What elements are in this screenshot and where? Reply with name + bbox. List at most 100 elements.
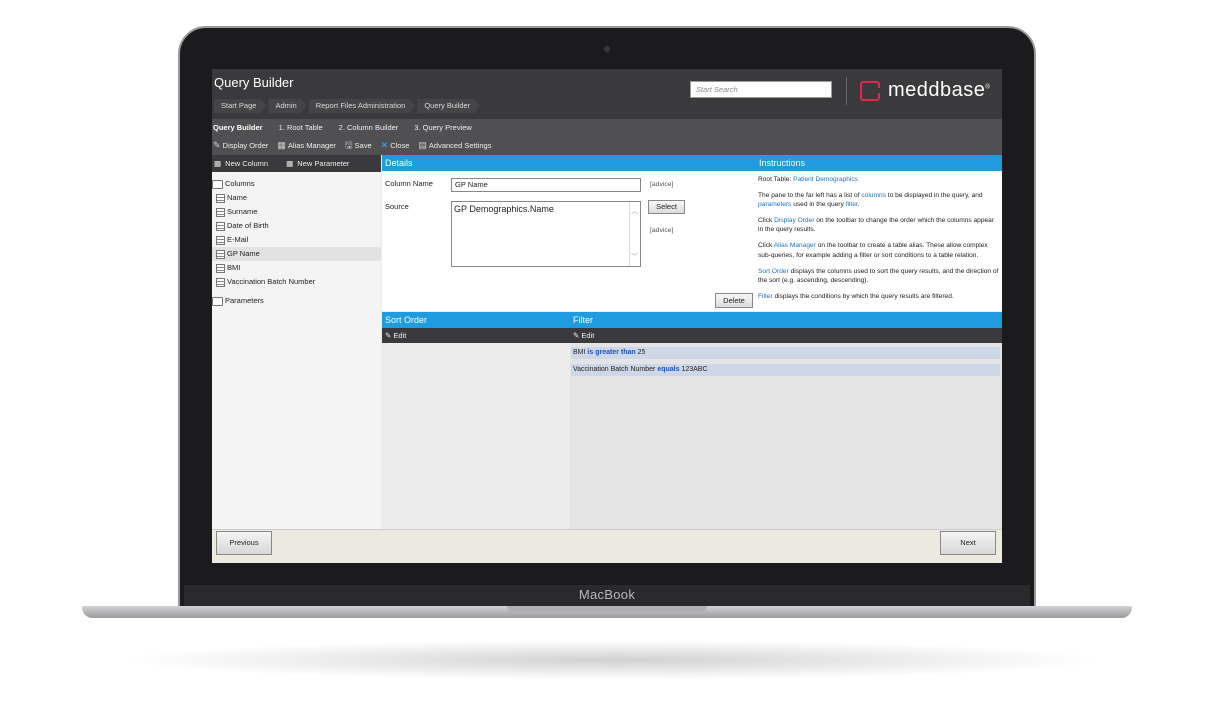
filter-heading: Filter	[570, 312, 1002, 328]
instructions-filter: Filter displays the conditions by which …	[758, 292, 954, 300]
brand-logo: meddbase®	[860, 79, 990, 102]
instructions-panel: Root Table: Patient Demographics The pan…	[756, 171, 1002, 311]
tree-item-gp-name[interactable]: GP Name	[212, 247, 381, 261]
folder-icon	[212, 296, 223, 306]
source-label: Source	[385, 202, 409, 211]
sort-order-list	[382, 343, 570, 529]
sort-order-heading: Sort Order	[382, 312, 570, 328]
save-icon: 🖫	[344, 139, 353, 150]
column-name-label: Column Name	[385, 179, 433, 188]
select-button[interactable]: Select	[648, 200, 685, 214]
step-column-builder[interactable]: 2. Column Builder	[339, 123, 399, 132]
logo-divider	[846, 77, 847, 105]
previous-button[interactable]: Previous	[216, 531, 272, 555]
step-root-table[interactable]: 1. Root Table	[279, 123, 323, 132]
delete-button[interactable]: Delete	[715, 293, 753, 308]
breadcrumb-start-page[interactable]: Start Page	[214, 99, 266, 113]
filter-edit-button[interactable]: ✎ Edit	[570, 328, 1002, 343]
folder-icon	[212, 179, 223, 189]
parameters-link[interactable]: parameters	[758, 201, 791, 208]
step-query-preview[interactable]: 3. Query Preview	[414, 123, 472, 132]
filter-link-2[interactable]: Filter	[758, 293, 773, 300]
camera-dot	[604, 46, 610, 52]
root-table-line: Root Table: Patient Demographics	[758, 176, 858, 183]
filter-row[interactable]: Vaccination Batch Number equals 123ABC	[571, 364, 1000, 376]
breadcrumb-query-builder[interactable]: Query Builder	[417, 99, 480, 113]
display-order-link[interactable]: Display Order	[774, 217, 814, 224]
tree-item-vaccination-batch-number[interactable]: Vaccination Batch Number	[212, 275, 381, 289]
tree-item-name[interactable]: Name	[212, 191, 381, 205]
columns-pane: ▦ New Column ▦ New Parameter Columns Nam…	[212, 155, 381, 529]
instructions-heading: Instructions	[756, 155, 1002, 171]
column-icon	[216, 221, 225, 231]
pencil-icon: ✎	[385, 331, 392, 340]
page-title: Query Builder	[214, 75, 294, 90]
laptop-chin: MacBook	[184, 585, 1030, 607]
sort-edit-button[interactable]: ✎ Edit	[382, 328, 570, 343]
save-button[interactable]: 🖫 Save	[345, 138, 372, 154]
column-icon	[216, 249, 225, 259]
app-screen: Query Builder Start Page Admin Report Fi…	[212, 69, 1002, 563]
tree-item-surname[interactable]: Surname	[212, 205, 381, 219]
details-heading: Details	[382, 155, 756, 171]
advanced-settings-button[interactable]: ▤ Advanced Settings	[418, 140, 491, 151]
column-name-advice[interactable]: [advice]	[650, 181, 673, 188]
source-value: GP Demographics.Name	[454, 204, 554, 214]
close-button[interactable]: ✕ Close	[381, 140, 410, 151]
column-icon	[216, 263, 225, 273]
scroll-down-icon: ﹀	[631, 254, 638, 261]
instructions-display-order: Click Display Order on the toolbar to ch…	[758, 217, 995, 234]
instructions-sort-order: Sort Order displays the columns used to …	[758, 267, 999, 284]
table-icon: ▦	[277, 140, 286, 150]
app-header: Query Builder Start Page Admin Report Fi…	[212, 69, 1002, 119]
columns-folder[interactable]: Columns	[212, 177, 381, 191]
logo-wordmark: meddbase®	[888, 79, 991, 101]
close-icon: ✕	[380, 140, 389, 150]
document-icon: ▤	[418, 140, 427, 150]
wizard-footer: Previous Next	[212, 529, 1002, 563]
column-icon	[216, 207, 225, 217]
tree-item-email[interactable]: E-Mail	[212, 233, 381, 247]
wizard-steps: Query Builder 1. Root Table 2. Column Bu…	[212, 119, 1002, 136]
meddbase-logo-icon	[860, 80, 884, 101]
tree-item-bmi[interactable]: BMI	[212, 261, 381, 275]
filter-link[interactable]: filter	[846, 201, 858, 208]
source-scrollbar[interactable]: ︿ ﹀	[629, 202, 640, 266]
breadcrumb-report-files-administration[interactable]: Report Files Administration	[309, 99, 416, 113]
new-parameter-button[interactable]: ▦ New Parameter	[286, 159, 357, 168]
alias-manager-button[interactable]: ▦ Alias Manager	[277, 140, 335, 151]
scroll-up-icon: ︿	[631, 208, 638, 215]
new-column-button[interactable]: ▦ New Column	[214, 159, 276, 168]
column-tree: Columns Name Surname Date of Birth E-Mai…	[212, 172, 381, 308]
sort-order-link[interactable]: Sort Order	[758, 268, 789, 275]
columns-link[interactable]: columns	[861, 192, 886, 199]
pencil-icon: ✎	[213, 140, 221, 150]
laptop-notch	[507, 606, 707, 612]
laptop-shadow	[120, 640, 1106, 680]
column-icon	[216, 235, 225, 245]
filter-list: BMI is greater than 25 Vaccination Batch…	[570, 343, 1002, 529]
tree-item-date-of-birth[interactable]: Date of Birth	[212, 219, 381, 233]
instructions-alias-manager: Click Alias Manager on the toolbar to cr…	[758, 242, 988, 259]
step-query-builder: Query Builder	[213, 123, 263, 132]
root-table-link[interactable]: Patient Demographics	[793, 176, 858, 183]
source-field[interactable]: GP Demographics.Name ︿ ﹀	[451, 201, 641, 267]
instructions-columns: The pane to the far left has a list of c…	[758, 192, 983, 209]
column-name-field[interactable]: GP Name	[451, 178, 641, 192]
next-button[interactable]: Next	[940, 531, 996, 555]
search-input[interactable]	[690, 81, 832, 98]
column-icon	[216, 193, 225, 203]
toolbar: ✎ Display Order ▦ Alias Manager 🖫 Save ✕ Clo…	[212, 136, 1002, 155]
breadcrumb: Start Page Admin Report Files Administra…	[214, 99, 482, 113]
breadcrumb-admin[interactable]: Admin	[268, 99, 306, 113]
parameters-folder[interactable]: Parameters	[212, 294, 381, 308]
display-order-button[interactable]: ✎ Display Order	[213, 140, 268, 151]
alias-manager-link[interactable]: Alias Manager	[774, 242, 816, 249]
column-icon	[216, 277, 225, 287]
columns-pane-toolbar: ▦ New Column ▦ New Parameter	[212, 155, 381, 172]
source-advice[interactable]: [advice]	[650, 227, 673, 234]
pencil-icon: ✎	[573, 331, 580, 340]
details-panel: Column Name GP Name [advice] Source GP D…	[382, 171, 756, 311]
device-label: MacBook	[578, 587, 636, 602]
filter-row[interactable]: BMI is greater than 25	[571, 347, 1000, 359]
